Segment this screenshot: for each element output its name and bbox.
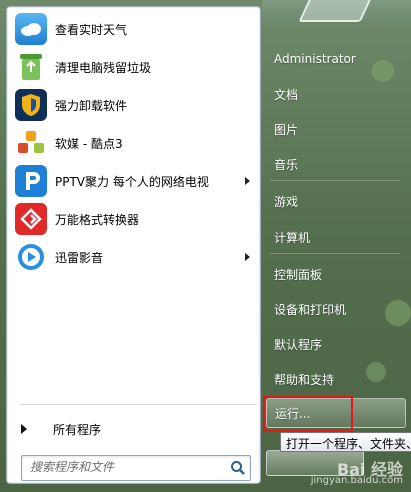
right-item-music[interactable]: 音乐 [266,149,406,179]
right-item-computer[interactable]: 计算机 [266,222,406,252]
uninstall-shield-icon [15,89,47,121]
right-item-documents[interactable]: 文档 [266,79,406,109]
expand-arrow-icon [21,424,27,434]
submenu-arrow-icon [245,253,250,261]
right-item-pictures[interactable]: 图片 [266,114,406,144]
run-highlight-box [263,396,353,432]
search-icon[interactable] [230,460,246,476]
program-weather[interactable]: 查看实时天气 [13,11,256,47]
program-uninstaller[interactable]: 强力卸载软件 [13,87,256,123]
program-xunlei-player[interactable]: 迅雷影音 [13,239,256,275]
separator [270,253,400,254]
right-item-devices-printers[interactable]: 设备和打印机 [266,294,406,324]
format-converter-icon [15,203,47,235]
right-item-games[interactable]: 游戏 [266,186,406,216]
program-label: 查看实时天气 [55,22,128,37]
weather-icon [15,13,47,45]
kudian-cubes-icon [15,127,47,159]
submenu-arrow-icon [245,177,250,185]
program-kudian[interactable]: 软媒 - 酷点3 [13,125,256,161]
separator [19,404,257,405]
watermark-brand: Bai 经验 [336,460,403,479]
watermark: Bai 经验 jingyan.baidu.com [310,460,403,487]
program-cleaner[interactable]: 清理电脑残留垃圾 [13,49,256,85]
all-programs-label: 所有程序 [53,422,102,437]
tooltip-text: 打开一个程序、文件夹、 [286,437,411,451]
right-item-label: 游戏 [274,194,299,209]
right-item-help-support[interactable]: 帮助和支持 [266,364,406,394]
right-item-label: 默认程序 [274,337,323,352]
right-item-label: 控制面板 [274,267,323,282]
xunlei-player-icon [15,241,47,273]
run-tooltip: 打开一个程序、文件夹、 [280,432,411,452]
program-label: 清理电脑残留垃圾 [55,60,152,75]
program-label: 万能格式转换器 [55,212,140,227]
search-box[interactable] [21,455,251,481]
user-folder-administrator[interactable]: Administrator [266,44,406,74]
all-programs-item[interactable]: 所有程序 [17,417,257,441]
right-item-label: 音乐 [274,157,299,172]
right-item-label: 计算机 [274,230,311,245]
pptv-icon [15,165,47,197]
right-item-label: 图片 [274,122,299,137]
program-pptv[interactable]: PPTV聚力 每个人的网络电视 [13,163,256,199]
watermark-url: jingyan.baidu.com [310,475,403,486]
program-format-converter[interactable]: 万能格式转换器 [13,201,256,237]
separator [270,180,400,181]
program-label: 强力卸载软件 [55,98,128,113]
right-item-control-panel[interactable]: 控制面板 [266,259,406,289]
recycle-bin-icon [15,51,47,83]
right-item-label: Administrator [274,52,356,66]
right-item-label: 设备和打印机 [274,302,347,317]
start-menu-programs-pane: 查看实时天气 清理电脑残留垃圾 强力卸载软件 软媒 - 酷点3 PPTV聚力 每… [6,6,261,484]
right-item-label: 帮助和支持 [274,372,335,387]
program-label: PPTV聚力 每个人的网络电视 [55,174,209,189]
program-label: 迅雷影音 [55,250,104,265]
program-label: 软媒 - 酷点3 [55,136,123,151]
right-item-default-programs[interactable]: 默认程序 [266,329,406,359]
right-item-label: 文档 [274,87,299,102]
search-input[interactable] [22,456,226,478]
